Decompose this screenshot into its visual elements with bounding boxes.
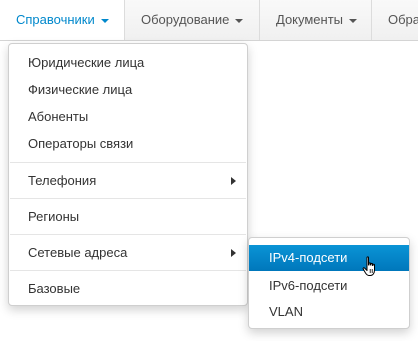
caret-down-icon [349, 18, 358, 23]
menu-item-network-addresses[interactable]: Сетевые адреса [9, 240, 247, 266]
menu-item-label: Юридические лица [28, 55, 145, 70]
menu-divider [10, 162, 246, 163]
caret-down-icon [235, 18, 244, 23]
menu-item-label: Регионы [28, 209, 80, 224]
nav-directories[interactable]: Справочники [0, 0, 125, 40]
menu-item-basic[interactable]: Базовые [9, 276, 247, 302]
top-navbar: Справочники Оборудование Документы Обра [0, 0, 418, 41]
menu-item-regions[interactable]: Регионы [9, 204, 247, 230]
hand-pointer-icon [362, 256, 375, 276]
nav-truncated-label: Обра [388, 12, 418, 27]
submenu-item-ipv6-subnets[interactable]: IPv6-подсети [249, 273, 409, 299]
directories-dropdown-menu: Юридические лица Физические лица Абонент… [8, 43, 248, 306]
submenu-item-label: IPv6-подсети [269, 278, 348, 293]
nav-truncated[interactable]: Обра [372, 0, 418, 40]
nav-documents[interactable]: Документы [260, 0, 372, 40]
nav-documents-label: Документы [276, 12, 344, 27]
menu-item-carriers[interactable]: Операторы связи [9, 131, 247, 157]
submenu-item-label: IPv4-подсети [269, 250, 348, 265]
menu-item-legal-entities[interactable]: Юридические лица [9, 50, 247, 76]
menu-item-subscribers[interactable]: Абоненты [9, 104, 247, 130]
network-addresses-submenu: IPv4-подсети IPv6-подсети VLAN [248, 237, 410, 329]
nav-directories-label: Справочники [16, 12, 95, 27]
menu-item-label: Операторы связи [28, 136, 134, 151]
menu-item-label: Физические лица [28, 82, 133, 97]
chevron-right-icon [231, 177, 236, 185]
menu-divider [10, 234, 246, 235]
submenu-item-ipv4-subnets[interactable]: IPv4-подсети [249, 245, 409, 271]
nav-equipment[interactable]: Оборудование [125, 0, 260, 40]
menu-item-label: Базовые [28, 281, 81, 296]
submenu-item-label: VLAN [269, 304, 303, 319]
caret-down-icon [100, 18, 109, 23]
chevron-right-icon [231, 249, 236, 257]
menu-divider [10, 198, 246, 199]
menu-item-individuals[interactable]: Физические лица [9, 77, 247, 103]
menu-item-telephony[interactable]: Телефония [9, 168, 247, 194]
nav-equipment-label: Оборудование [141, 12, 230, 27]
menu-item-label: Абоненты [28, 109, 89, 124]
menu-item-label: Телефония [28, 173, 97, 188]
submenu-item-vlan[interactable]: VLAN [249, 299, 409, 325]
menu-item-label: Сетевые адреса [28, 245, 128, 260]
menu-divider [10, 270, 246, 271]
